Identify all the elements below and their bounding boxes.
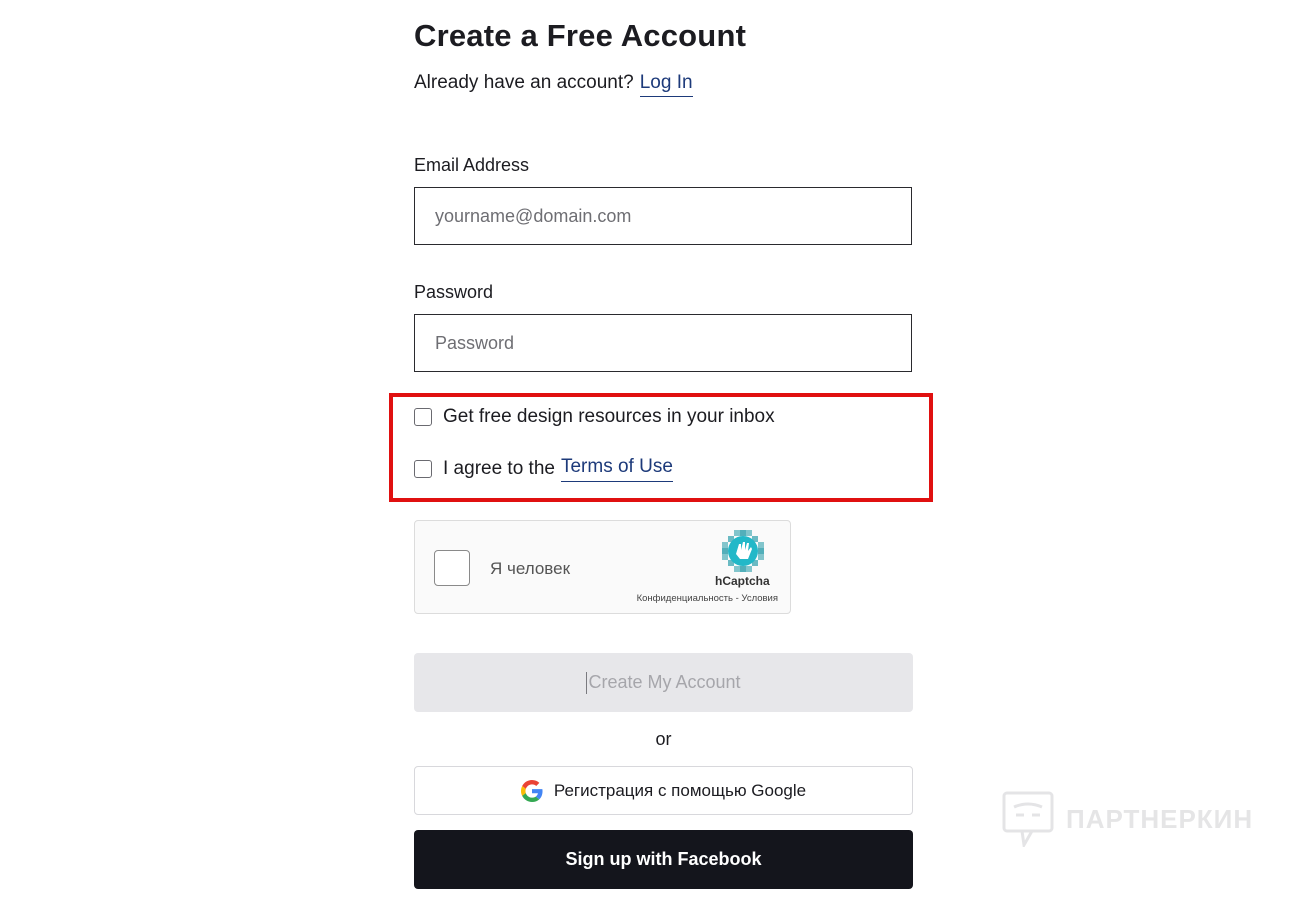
partnerkin-logo-icon — [1002, 791, 1054, 847]
terms-checkbox-label: I agree to the — [443, 458, 555, 479]
hcaptcha-logo-icon — [722, 530, 764, 572]
watermark: ПАРТНЕРКИН — [1002, 791, 1253, 847]
captcha-brand: hCaptcha — [715, 574, 770, 588]
email-field[interactable] — [415, 188, 911, 244]
create-account-button[interactable]: Create My Account — [414, 653, 913, 712]
captcha-checkbox[interactable] — [434, 550, 470, 586]
login-prompt-text: Already have an account? — [414, 72, 634, 93]
login-prompt: Already have an account? Log In — [414, 72, 693, 97]
hcaptcha-widget: Я человек hCaptcha Конфиденциальность - … — [414, 520, 791, 614]
google-icon — [520, 779, 543, 802]
login-link[interactable]: Log In — [639, 72, 693, 97]
terms-checkbox-row: I agree to the Terms of Use — [414, 456, 673, 482]
page-title: Create a Free Account — [414, 18, 747, 53]
password-label: Password — [414, 282, 494, 302]
password-field-wrapper — [414, 314, 912, 372]
resources-checkbox-label: Get free design resources in your inbox — [443, 406, 775, 427]
create-account-label: Create My Account — [588, 672, 741, 692]
terms-checkbox[interactable] — [414, 460, 432, 478]
google-signup-label: Регистрация с помощью Google — [553, 780, 807, 800]
facebook-signup-button[interactable]: Sign up with Facebook — [414, 830, 913, 889]
captcha-links[interactable]: Конфиденциальность - Условия — [637, 593, 778, 604]
captcha-label: Я человек — [490, 559, 571, 578]
email-label: Email Address — [414, 155, 530, 175]
resources-checkbox[interactable] — [414, 408, 432, 426]
signup-page: Create a Free Account Already have an ac… — [0, 0, 1314, 900]
text-cursor-icon — [586, 671, 588, 694]
email-field-wrapper — [414, 187, 912, 245]
google-signup-button[interactable]: Регистрация с помощью Google — [414, 766, 913, 815]
or-divider: or — [655, 729, 672, 749]
facebook-signup-label: Sign up with Facebook — [565, 849, 762, 869]
terms-of-use-link[interactable]: Terms of Use — [560, 456, 673, 482]
password-field[interactable] — [415, 315, 911, 371]
watermark-text: ПАРТНЕРКИН — [1066, 803, 1254, 834]
resources-checkbox-row: Get free design resources in your inbox — [414, 406, 775, 428]
